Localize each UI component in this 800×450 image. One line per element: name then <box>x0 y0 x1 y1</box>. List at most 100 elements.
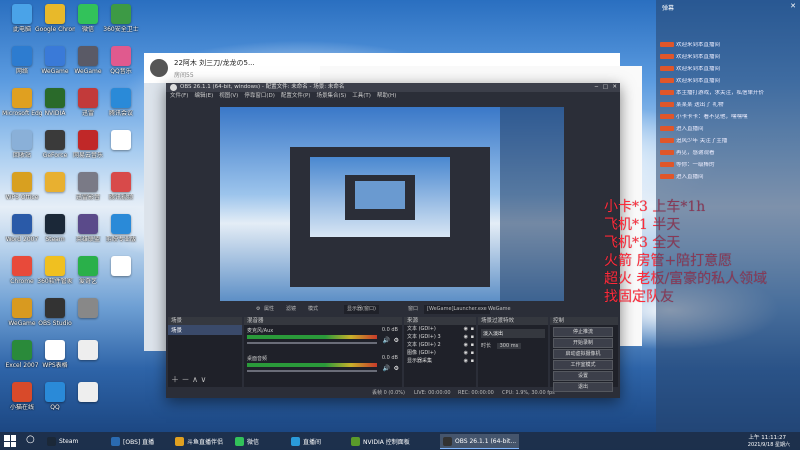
menu-item[interactable]: 停靠窗口(D) <box>244 92 275 101</box>
control-button[interactable]: 工作室模式 <box>553 360 613 370</box>
level-badge <box>660 174 674 179</box>
source-item[interactable]: 文本 (GDI+) 2 ◉ ▪ <box>404 341 476 349</box>
transition-select[interactable]: 淡入淡出 <box>481 329 545 338</box>
app-icon <box>111 4 131 24</box>
source-label: 文本 (GDI+) 3 <box>407 334 441 340</box>
search-icon[interactable]: ○ <box>26 434 35 445</box>
desktop-icon[interactable]: 腾讯视频 <box>101 172 141 201</box>
app-icon <box>78 130 98 150</box>
desktop-icon[interactable] <box>101 130 141 152</box>
menu-item[interactable]: 配置文件(P) <box>281 92 311 101</box>
chat-message: 某某某 送出了 礼物 <box>660 102 796 108</box>
gear-icon[interactable]: ⚙ <box>394 365 399 372</box>
maximize-button[interactable]: □ <box>603 83 608 92</box>
desktop-icon[interactable]: 腾讯会议 <box>101 88 141 117</box>
desktop-icon[interactable]: 360安全卫士 <box>101 4 141 33</box>
menu-item[interactable]: 场景集合(S) <box>316 92 346 101</box>
remove-scene-button[interactable]: － <box>182 375 190 384</box>
sources-header: 来源 <box>404 317 476 325</box>
taskbar-item[interactable]: 斗鱼直播伴侣 <box>172 434 226 448</box>
start-button[interactable] <box>4 435 16 447</box>
lock-icon[interactable]: ▪ <box>471 357 474 365</box>
eye-icon[interactable]: ◉ <box>464 325 468 333</box>
app-icon <box>78 382 98 402</box>
volume-slider[interactable] <box>247 342 377 344</box>
speaker-icon[interactable]: 🔊 <box>383 337 390 344</box>
lock-icon[interactable]: ▪ <box>471 349 474 357</box>
chat-text: 欢迎来到本直播间 <box>676 66 721 72</box>
move-down-button[interactable]: ∨ <box>201 375 207 384</box>
desktop-icon[interactable] <box>68 298 108 320</box>
desktop-icon-label: WPS Office <box>5 194 39 201</box>
add-scene-button[interactable]: ＋ <box>171 375 179 384</box>
duration-input[interactable]: 300 ms <box>496 343 522 349</box>
source-item[interactable]: 图像 (GDI+) ◉ ▪ <box>404 349 476 357</box>
level-badge <box>660 150 674 155</box>
taskbar-item[interactable]: Steam <box>44 434 81 448</box>
obs-preview[interactable] <box>220 107 564 301</box>
app-icon <box>78 172 98 192</box>
close-icon[interactable]: ✕ <box>790 2 796 10</box>
lock-icon[interactable]: ▪ <box>471 325 474 333</box>
control-button[interactable]: 退出 <box>553 382 613 392</box>
desktop-icon[interactable] <box>101 256 141 278</box>
desktop-icon-label: 爱奇艺 <box>78 278 97 285</box>
desktop-icon[interactable] <box>68 340 108 362</box>
app-icon <box>45 256 65 276</box>
taskbar-label: 斗鱼直播伴侣 <box>187 438 224 446</box>
taskbar-label: [OBS] 直播 <box>123 438 155 446</box>
transitions-header: 场景过渡特效 <box>478 317 548 325</box>
control-button[interactable]: 停止推流 <box>553 327 613 337</box>
minimize-button[interactable]: ─ <box>595 83 598 92</box>
speaker-icon[interactable]: 🔊 <box>383 365 390 372</box>
chat-message: 追风少年 关注了主播 <box>660 138 796 144</box>
preview-chat-panel <box>500 107 564 301</box>
menu-item[interactable]: 文件(F) <box>170 92 188 101</box>
volume-slider[interactable] <box>247 370 377 372</box>
control-button[interactable]: 设置 <box>553 371 613 381</box>
taskbar-item[interactable]: [OBS] 直播 <box>108 434 157 448</box>
source-item[interactable]: 文本 (GDI+) ◉ ▪ <box>404 325 476 333</box>
scene-item[interactable]: 场景 <box>168 325 242 335</box>
desktop-icon[interactable]: 剪映专业版 <box>101 214 141 243</box>
chat-text: 欢迎来到本直播间 <box>676 54 721 60</box>
app-icon <box>45 214 65 234</box>
eye-icon[interactable]: ◉ <box>464 333 468 341</box>
eye-icon[interactable]: ◉ <box>464 341 468 349</box>
filter-button[interactable]: 滤镜 <box>286 305 296 314</box>
menu-item[interactable]: 工具(T) <box>352 92 371 101</box>
source-item[interactable]: 显示器采集 ◉ ▪ <box>404 357 476 365</box>
menu-item[interactable]: 帮助(H) <box>377 92 396 101</box>
app-icon <box>12 382 32 402</box>
window-select[interactable]: [WeGame]Launcher.exe <box>424 305 490 314</box>
obs-window[interactable]: OBS 26.1.1 (64-bit, windows) - 配置文件: 未命名… <box>166 83 620 398</box>
app-icon <box>12 340 32 360</box>
close-button[interactable]: ✕ <box>612 83 617 92</box>
control-button[interactable]: 启动虚拟摄像机 <box>553 349 613 359</box>
gear-icon[interactable]: ⚙ <box>394 337 399 344</box>
eye-icon[interactable]: ◉ <box>464 349 468 357</box>
menu-item[interactable]: 视图(V) <box>219 92 238 101</box>
menu-item[interactable]: 编辑(E) <box>194 92 213 101</box>
chat-message: 进入直播间 <box>660 126 796 132</box>
chat-message: 欢迎来到本直播间 <box>660 42 796 48</box>
lock-icon[interactable]: ▪ <box>471 333 474 341</box>
move-up-button[interactable]: ∧ <box>192 375 198 384</box>
taskbar-item[interactable]: NVIDIA 控制面板 <box>348 434 413 448</box>
desktop-icon[interactable]: QQ音乐 <box>101 46 141 75</box>
gear-icon[interactable]: ⚙ <box>256 305 260 314</box>
taskbar-item[interactable]: 微信 <box>232 434 262 448</box>
eye-icon[interactable]: ◉ <box>464 357 468 365</box>
app-icon <box>111 214 131 234</box>
properties-button[interactable]: 属性 <box>264 305 274 314</box>
lock-icon[interactable]: ▪ <box>471 341 474 349</box>
app-icon <box>443 436 452 446</box>
chat-message: 再见，感谢观看 <box>660 150 796 156</box>
source-item[interactable]: 文本 (GDI+) 3 ◉ ▪ <box>404 333 476 341</box>
taskbar-item[interactable]: 直播间 <box>288 434 324 448</box>
taskbar-item[interactable]: OBS 26.1.1 (64-bit... <box>440 434 520 449</box>
display-select[interactable]: 显示器(窗口) <box>344 305 379 314</box>
control-button[interactable]: 开始录制 <box>553 338 613 348</box>
tray-time: 上午 11:11:27 <box>748 435 786 441</box>
desktop-icon[interactable] <box>68 382 108 404</box>
